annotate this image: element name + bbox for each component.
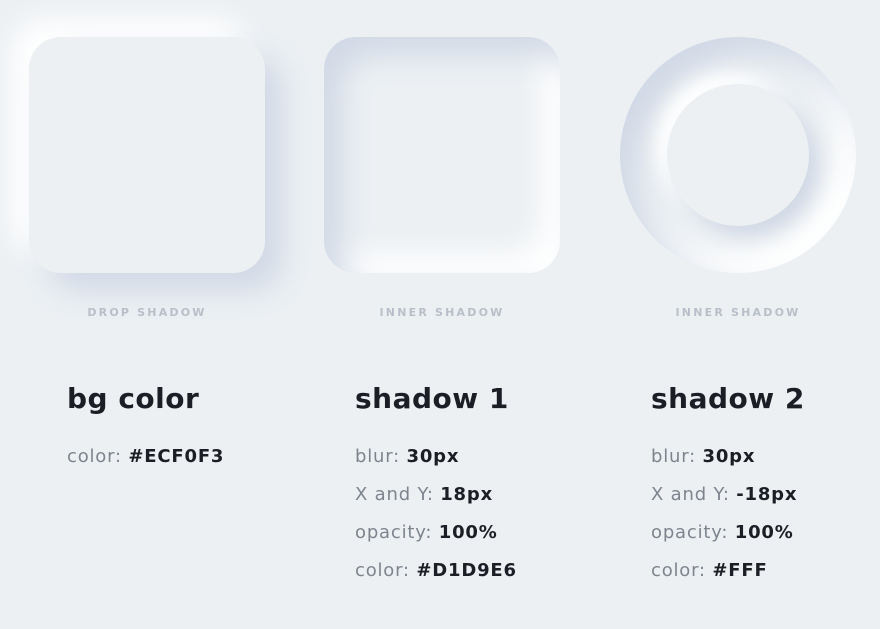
spec-value: 30px [406, 446, 460, 467]
spec-row-opacity: opacity: 100% [355, 514, 517, 552]
spec-row-color: color: #ECF0F3 [67, 438, 224, 476]
spec-row-offset: X and Y: 18px [355, 476, 517, 514]
spec-value: 18px [440, 484, 493, 505]
spec-value: #FFF [712, 560, 768, 581]
spec-label: color: [67, 446, 129, 467]
spec-label: X and Y: [651, 484, 737, 505]
inner-shadow-square [324, 37, 560, 273]
spec-value: -18px [736, 484, 798, 505]
bg-color-title: bg color [67, 382, 200, 415]
spec-row-blur: blur: 30px [355, 438, 517, 476]
spec-row-opacity: opacity: 100% [651, 514, 805, 552]
caption-drop-shadow: DROP SHADOW [87, 306, 207, 319]
spec-label: blur: [355, 446, 407, 467]
spec-value: 100% [734, 522, 794, 543]
shadow-2-spec: shadow 2 blur: 30px X and Y: -18px opaci… [651, 380, 805, 590]
shadow-2-title: shadow 2 [651, 382, 805, 415]
spec-row-blur: blur: 30px [651, 438, 805, 476]
spec-value: 100% [438, 522, 498, 543]
shadow-1-title: shadow 1 [355, 382, 509, 415]
drop-shadow-square [29, 37, 265, 273]
spec-row-color: color: #FFF [651, 552, 805, 590]
spec-label: blur: [651, 446, 703, 467]
spec-label: opacity: [355, 522, 439, 543]
bg-color-spec: bg color color: #ECF0F3 [67, 380, 224, 476]
spec-row-color: color: #D1D9E6 [355, 552, 517, 590]
spec-value: #D1D9E6 [416, 560, 517, 581]
spec-label: color: [355, 560, 417, 581]
spec-label: color: [651, 560, 713, 581]
inner-shadow-ring [620, 37, 856, 273]
spec-label: X and Y: [355, 484, 441, 505]
spec-value: 30px [702, 446, 756, 467]
shadow-1-spec: shadow 1 blur: 30px X and Y: 18px opacit… [355, 380, 517, 590]
spec-label: opacity: [651, 522, 735, 543]
spec-value: #ECF0F3 [128, 446, 225, 467]
caption-inner-shadow-square: INNER SHADOW [379, 306, 505, 319]
caption-inner-shadow-ring: INNER SHADOW [675, 306, 801, 319]
spec-row-offset: X and Y: -18px [651, 476, 805, 514]
ring-center [667, 84, 809, 226]
